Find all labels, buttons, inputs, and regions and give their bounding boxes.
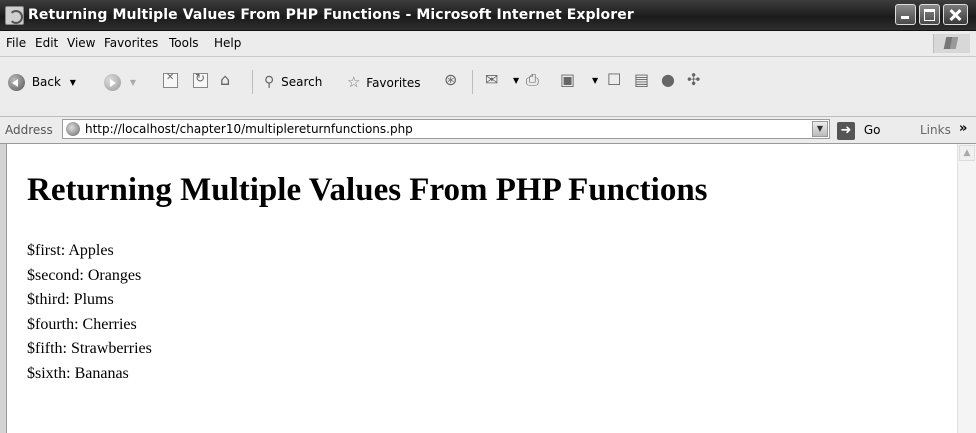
window-title: Returning Multiple Values From PHP Funct… [28, 7, 634, 23]
links-chevron-icon[interactable]: » [959, 117, 967, 141]
chevron-down-icon[interactable]: ▼ [812, 121, 828, 137]
search-label: Search [281, 75, 323, 89]
toolbar-separator [252, 70, 253, 94]
research-icon[interactable]: ▤ [634, 69, 649, 91]
favorites-button[interactable]: ☆ Favorites [347, 71, 421, 93]
menu-bar: File Edit View Favorites Tools Help [0, 31, 976, 57]
back-arrow-icon [8, 74, 25, 91]
output-line: $fourth: Cherries [27, 315, 137, 333]
output-lines: $first: Apples $second: Oranges $third: … [27, 239, 152, 387]
output-line: $sixth: Bananas [27, 364, 129, 382]
search-button[interactable]: ⚲ Search [264, 71, 322, 93]
print-icon[interactable]: ⎙ [526, 69, 539, 91]
forward-arrow-icon [104, 74, 121, 91]
chevron-down-icon[interactable]: ▼ [513, 76, 519, 85]
page-content: Returning Multiple Values From PHP Funct… [7, 144, 957, 433]
scroll-up-icon[interactable]: ▲ [959, 145, 975, 161]
go-button[interactable]: ➜ Go [837, 120, 880, 140]
mail-icon[interactable]: ✉ [485, 69, 498, 91]
output-line: $second: Oranges [27, 266, 142, 284]
menu-tools[interactable]: Tools [169, 31, 199, 56]
word-edit-icon[interactable]: ▣ [560, 69, 575, 91]
go-arrow-icon: ➜ [837, 121, 855, 140]
star-icon: ☆ [347, 73, 361, 91]
stop-icon[interactable] [163, 72, 178, 88]
chevron-down-icon[interactable]: ▼ [592, 76, 598, 85]
discuss-icon[interactable]: ☐ [607, 69, 621, 91]
tools-icon[interactable]: ✣ [687, 69, 700, 91]
close-button[interactable] [943, 4, 968, 25]
menu-view[interactable]: View [67, 31, 95, 56]
window-frame [0, 144, 7, 433]
back-label: Back [31, 75, 61, 89]
links-label[interactable]: Links [920, 117, 951, 143]
menu-help[interactable]: Help [214, 31, 241, 56]
address-url[interactable]: http://localhost/chapter10/multipleretur… [85, 120, 413, 138]
forward-button[interactable]: ▼ [104, 71, 136, 93]
address-label: Address [5, 123, 53, 137]
toolbar: Back ▼ ▼ ⌂ ⚲ Search ☆ Favorites ⊛ ✉ ▼ ⎙ … [0, 57, 976, 117]
windows-logo-icon [933, 34, 970, 53]
search-icon: ⚲ [264, 74, 275, 90]
page-heading: Returning Multiple Values From PHP Funct… [27, 172, 708, 208]
toolbar-separator [472, 70, 473, 94]
back-button[interactable]: Back ▼ [8, 71, 76, 93]
chevron-down-icon[interactable]: ▼ [70, 72, 76, 94]
title-bar: Returning Multiple Values From PHP Funct… [0, 0, 976, 31]
page-icon [66, 122, 80, 136]
menu-file[interactable]: File [6, 31, 26, 56]
output-line: $third: Plums [27, 291, 114, 309]
output-line: $first: Apples [27, 242, 114, 259]
address-input[interactable]: http://localhost/chapter10/multipleretur… [62, 119, 830, 139]
vertical-scrollbar[interactable]: ▲ [957, 144, 976, 433]
favorites-label: Favorites [366, 76, 421, 90]
chevron-down-icon[interactable]: ▼ [130, 72, 136, 94]
menu-favorites[interactable]: Favorites [104, 31, 158, 56]
ie-app-icon [5, 6, 24, 25]
address-bar: Address http://localhost/chapter10/multi… [0, 117, 976, 144]
home-icon[interactable]: ⌂ [220, 69, 230, 91]
history-icon[interactable]: ⊛ [444, 69, 457, 91]
minimize-button[interactable] [895, 4, 916, 25]
messenger-icon[interactable]: ● [661, 69, 675, 91]
output-line: $fifth: Strawberries [27, 340, 152, 358]
refresh-icon[interactable] [193, 71, 208, 88]
go-label: Go [863, 123, 881, 137]
menu-edit[interactable]: Edit [35, 31, 58, 56]
maximize-button[interactable] [919, 4, 940, 25]
